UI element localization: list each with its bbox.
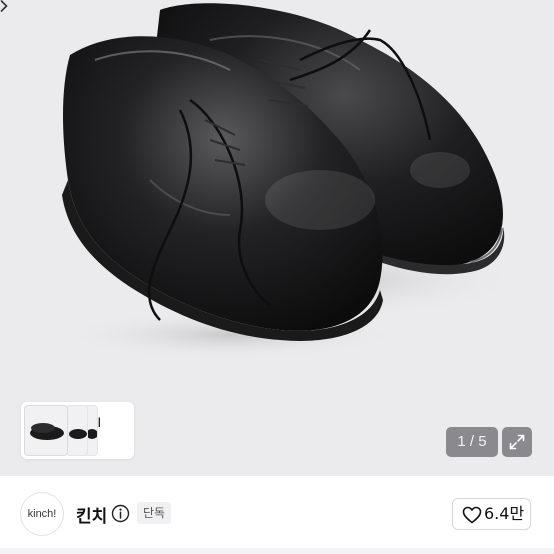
thumbnail-stack [24, 405, 98, 456]
pager-total: 5 [478, 433, 487, 450]
product-image[interactable]: AI 1 / 5 [0, 0, 554, 476]
exclusive-badge: 단독 [137, 502, 172, 524]
pager-separator: / [469, 433, 475, 450]
thumbnail-1 [24, 405, 68, 456]
pager-current: 1 [457, 433, 466, 450]
seller-avatar[interactable]: kinch! [20, 492, 64, 536]
like-count: 6.4만 [484, 504, 525, 523]
image-pager: 1 / 5 [446, 427, 498, 457]
seller-name[interactable]: 킨치 [76, 502, 107, 527]
chevron-right-icon[interactable] [0, 0, 8, 12]
heart-icon [462, 506, 482, 524]
ai-thumbnail-card[interactable] [21, 402, 134, 459]
thumbnail-2 [66, 405, 88, 456]
seller-row: kinch! 킨치 단독 6.4만 [0, 476, 554, 554]
info-icon[interactable] [111, 504, 130, 523]
expand-icon [509, 434, 525, 450]
section-divider [0, 548, 554, 554]
like-button[interactable]: 6.4만 [452, 498, 531, 530]
expand-button[interactable] [502, 427, 532, 457]
